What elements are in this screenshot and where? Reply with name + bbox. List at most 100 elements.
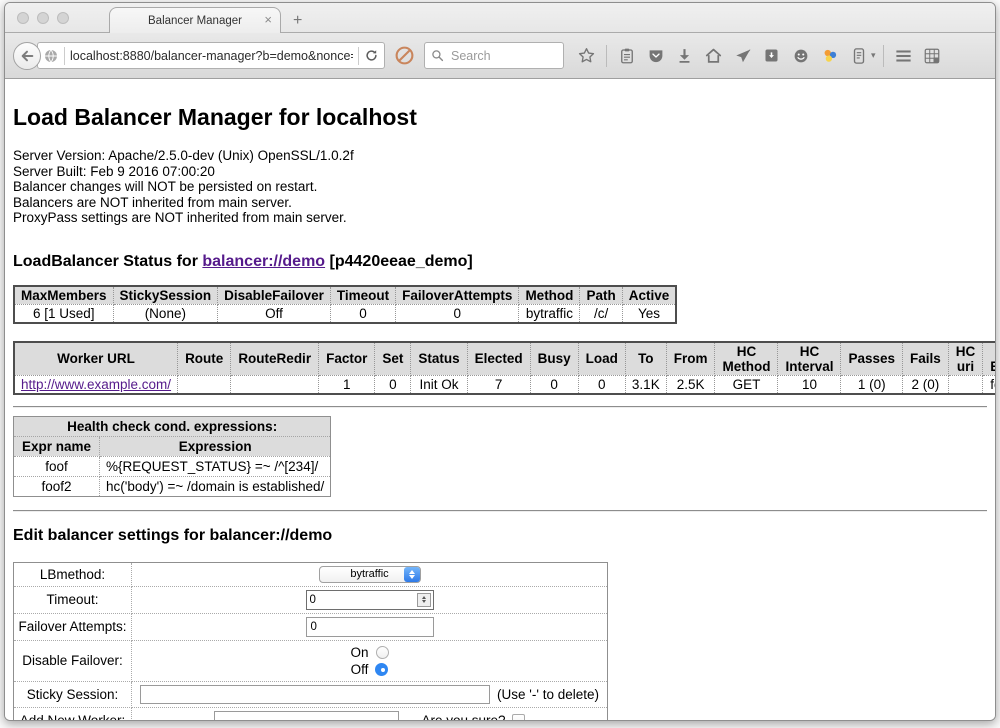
health-row-foof: foof %{REQUEST_STATUS} =~ /^[234]/ (14, 456, 331, 476)
worker-url-link[interactable]: http://www.example.com/ (21, 377, 171, 392)
failover-attempts-label: Failover Attempts: (14, 613, 132, 640)
balancer-demo-link[interactable]: balancer://demo (202, 253, 325, 270)
url-text[interactable]: localhost:8880/balancer-manager?b=demo&n… (70, 49, 353, 63)
failover-attempts-input[interactable] (306, 617, 434, 637)
status-heading-suffix: [p4420eeae_demo] (325, 253, 473, 270)
paper-plane-icon (734, 47, 752, 65)
cell-load: 0 (578, 375, 625, 394)
zoom-window-button[interactable] (57, 12, 69, 24)
page-content: Load Balancer Manager for localhost Serv… (5, 79, 995, 720)
bookmark-star-button[interactable] (574, 43, 599, 69)
cell-hc-expr: foof2 (983, 375, 995, 394)
back-arrow-icon (19, 48, 35, 64)
home-button[interactable] (701, 43, 726, 69)
timeout-label: Timeout: (14, 586, 132, 613)
overflow-caret-icon[interactable]: ▾ (871, 50, 876, 61)
search-box[interactable] (424, 42, 564, 69)
health-check-table: Health check cond. expressions: Expr nam… (13, 416, 331, 497)
pocket-button[interactable] (643, 43, 668, 69)
search-icon (431, 49, 444, 62)
toolbar-icons: ▾ (574, 43, 945, 69)
browser-window: Balancer Manager × + localhost:8880/bala… (4, 2, 996, 721)
cell-timeout: 0 (330, 304, 395, 323)
menu-button[interactable] (891, 43, 916, 69)
tab-close-icon[interactable]: × (264, 13, 272, 26)
col-fails: Fails (903, 342, 949, 376)
add-worker-row: Add New Worker: Are you sure? (14, 707, 608, 720)
cell-elected: 7 (467, 375, 530, 394)
cell-status: Init Ok (411, 375, 467, 394)
back-button[interactable] (13, 42, 41, 70)
bookmarks-menu-button[interactable] (614, 43, 639, 69)
tablet-list-icon (851, 47, 867, 65)
extension-colordots-button[interactable] (817, 43, 842, 69)
search-input[interactable] (449, 48, 549, 64)
proxypass-note-line: ProxyPass settings are NOT inherited fro… (13, 210, 987, 226)
toolbar-divider (606, 45, 607, 67)
health-title-row: Health check cond. expressions: (14, 416, 331, 436)
balancer-status-table: MaxMembers StickySession DisableFailover… (13, 285, 677, 324)
clipboard-icon (618, 47, 636, 65)
worker-data-row: http://www.example.com/ 1 0 Init Ok 7 0 … (14, 375, 995, 394)
disable-failover-row: Disable Failover: On Off (14, 640, 608, 681)
new-tab-button[interactable]: + (293, 12, 302, 30)
col-passes: Passes (841, 342, 903, 376)
tiles-grid-icon (923, 47, 941, 65)
feedback-button[interactable] (788, 43, 813, 69)
worker-table: Worker URL Route RouteRedir Factor Set S… (13, 341, 995, 395)
cell-factor: 1 (319, 375, 375, 394)
cell-hc-interval: 10 (778, 375, 841, 394)
tab-balancer-manager[interactable]: Balancer Manager × (109, 7, 281, 33)
sticky-session-input[interactable] (140, 685, 490, 704)
window-controls (17, 12, 69, 24)
tab-groups-button[interactable] (920, 43, 945, 69)
radio-on-label: On (350, 644, 368, 661)
col-hc-uri: HC uri (948, 342, 983, 376)
failover-attempts-row: Failover Attempts: (14, 613, 608, 640)
failover-on-radio[interactable] (376, 646, 389, 659)
col-factor: Factor (319, 342, 375, 376)
cell-from: 2.5K (666, 375, 715, 394)
globe-icon (43, 48, 59, 64)
sticky-session-row: Sticky Session: (Use '-' to delete) (14, 681, 608, 707)
failover-off-radio[interactable] (375, 663, 388, 676)
cell-path: /c/ (580, 304, 622, 323)
confirm-label: Are you sure? (421, 713, 524, 720)
downloads-button[interactable] (672, 43, 697, 69)
content-block-icon[interactable] (394, 45, 415, 66)
cell-set: 0 (375, 375, 411, 394)
confirm-checkbox[interactable] (512, 714, 525, 720)
send-tab-button[interactable] (730, 43, 755, 69)
add-worker-input[interactable] (214, 711, 399, 720)
col-timeout: Timeout (330, 286, 395, 305)
timeout-row: Timeout: (14, 586, 608, 613)
save-to-device-button[interactable] (759, 43, 784, 69)
device-list-button[interactable] (846, 43, 871, 69)
minimize-window-button[interactable] (37, 12, 49, 24)
status-heading-prefix: LoadBalancer Status for (13, 253, 202, 270)
color-dots-icon (821, 47, 839, 65)
cell-expr-name-1: foof (14, 456, 100, 476)
server-built-line: Server Built: Feb 9 2016 07:00:20 (13, 164, 987, 180)
lbmethod-select[interactable]: bytraffic (319, 566, 421, 583)
radio-off-label: Off (351, 661, 369, 678)
lbmethod-selected-value: bytraffic (350, 568, 388, 580)
col-hc-expr: HC Expr (983, 342, 995, 376)
number-spinner-icon[interactable] (417, 593, 431, 607)
col-status: Status (411, 342, 467, 376)
health-table-title: Health check cond. expressions: (14, 416, 331, 436)
cell-maxmembers: 6 [1 Used] (14, 304, 113, 323)
url-bar[interactable]: localhost:8880/balancer-manager?b=demo&n… (37, 42, 385, 69)
download-arrow-icon (676, 47, 693, 64)
confirm-text: Are you sure? (421, 713, 505, 720)
timeout-input[interactable] (307, 593, 411, 607)
col-maxmembers: MaxMembers (14, 286, 113, 305)
col-from: From (666, 342, 715, 376)
boxed-download-icon (763, 47, 780, 64)
reload-icon[interactable] (364, 48, 379, 63)
col-hc-method: HC Method (715, 342, 778, 376)
cell-stickysession: (None) (113, 304, 218, 323)
close-window-button[interactable] (17, 12, 29, 24)
add-worker-label: Add New Worker: (14, 707, 132, 720)
lbmethod-label: LBmethod: (14, 562, 132, 586)
